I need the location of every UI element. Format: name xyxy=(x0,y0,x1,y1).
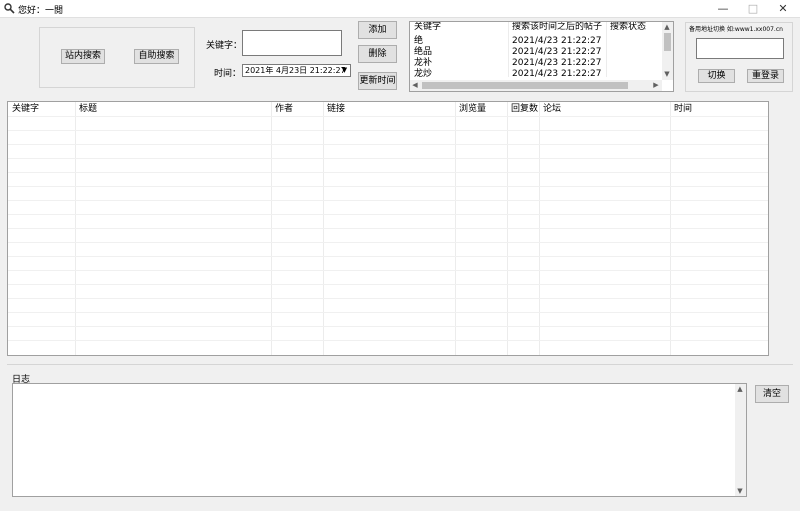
header-title[interactable]: 标题 xyxy=(75,102,271,116)
delete-button[interactable]: 删除 xyxy=(358,45,397,63)
update-time-button[interactable]: 更新时间 xyxy=(358,72,397,90)
scroll-down-icon[interactable]: ▼ xyxy=(735,486,745,496)
scroll-up-icon[interactable]: ▲ xyxy=(735,384,745,394)
results-table[interactable]: 关键字 标题 作者 链接 浏览量 回复数 论坛 时间 xyxy=(7,101,769,356)
row-keyword: 龙补 xyxy=(414,58,433,68)
time-value: 2021年 4月23日 21:22:27 xyxy=(245,66,346,75)
scroll-right-icon[interactable]: ▶ xyxy=(651,80,661,90)
header-keyword[interactable]: 关键字 xyxy=(410,22,508,33)
time-picker[interactable]: 2021年 4月23日 21:22:27 ▼ xyxy=(242,64,351,77)
header-search-after-time[interactable]: 搜索该时间之后的帖子 xyxy=(508,22,606,33)
header-replies[interactable]: 回复数 xyxy=(507,102,539,116)
row-time: 2021/4/23 21:22:27 xyxy=(512,69,602,79)
search-icon xyxy=(4,3,15,14)
header-time[interactable]: 时间 xyxy=(670,102,768,116)
site-search-button[interactable]: 站内搜索 xyxy=(61,49,105,64)
header-author[interactable]: 作者 xyxy=(271,102,323,116)
header-link[interactable]: 链接 xyxy=(323,102,455,116)
title-bar: 您好：一閲 — □ ✕ xyxy=(0,0,800,18)
row-keyword: 绝品 xyxy=(414,47,433,57)
row-time: 2021/4/23 21:22:27 xyxy=(512,36,602,46)
clear-log-button[interactable]: 清空 xyxy=(755,385,789,403)
add-button[interactable]: 添加 xyxy=(358,21,397,39)
table-row[interactable]: 龙补 2021/4/23 21:22:27 xyxy=(410,58,663,69)
time-label: 时间： xyxy=(214,69,242,79)
keyword-input[interactable] xyxy=(242,30,342,56)
header-views[interactable]: 浏览量 xyxy=(455,102,507,116)
relogin-button[interactable]: 重登录 xyxy=(747,69,784,83)
window-title: 您好：一閲 xyxy=(18,6,64,16)
log-vertical-scrollbar[interactable]: ▲ ▼ xyxy=(735,384,746,496)
maximize-button[interactable]: □ xyxy=(738,0,768,18)
backup-address-input[interactable] xyxy=(696,38,784,59)
header-keyword[interactable]: 关键字 xyxy=(8,102,75,116)
table-row[interactable]: 绝品 2021/4/23 21:22:27 xyxy=(410,47,663,58)
row-keyword: 绝 xyxy=(414,36,424,46)
keyword-label: 关键字： xyxy=(206,41,243,51)
scroll-thumb-h[interactable] xyxy=(422,82,628,89)
close-button[interactable]: ✕ xyxy=(768,0,798,18)
table-row[interactable]: 绝 2021/4/23 21:22:27 xyxy=(410,36,663,47)
scroll-up-icon[interactable]: ▲ xyxy=(662,22,672,32)
table-row[interactable]: 龙炒 2021/4/23 21:22:27 xyxy=(410,69,663,80)
minimize-button[interactable]: — xyxy=(708,0,738,18)
keyword-table[interactable]: 关键字 搜索该时间之后的帖子 搜索状态 绝 2021/4/23 21:22:27… xyxy=(409,21,674,92)
chevron-down-icon[interactable]: ▼ xyxy=(339,65,350,76)
log-group-divider xyxy=(7,364,793,365)
switch-button[interactable]: 切换 xyxy=(698,69,735,83)
horizontal-scrollbar[interactable]: ◀ ▶ xyxy=(410,80,662,91)
scroll-down-icon[interactable]: ▼ xyxy=(662,69,672,79)
auto-search-button[interactable]: 自助搜索 xyxy=(134,49,179,64)
header-search-status[interactable]: 搜索状态 xyxy=(606,22,666,33)
scroll-thumb[interactable] xyxy=(664,33,671,51)
vertical-scrollbar[interactable]: ▲ ▼ xyxy=(662,22,673,80)
scroll-left-icon[interactable]: ◀ xyxy=(410,80,420,90)
row-keyword: 龙炒 xyxy=(414,69,433,79)
log-textarea[interactable]: ▲ ▼ xyxy=(12,383,747,497)
header-forum[interactable]: 论坛 xyxy=(539,102,670,116)
row-time: 2021/4/23 21:22:27 xyxy=(512,58,602,68)
backup-address-label: 备用地址切换 如:www1.xx007.cn xyxy=(689,26,783,33)
row-time: 2021/4/23 21:22:27 xyxy=(512,47,602,57)
